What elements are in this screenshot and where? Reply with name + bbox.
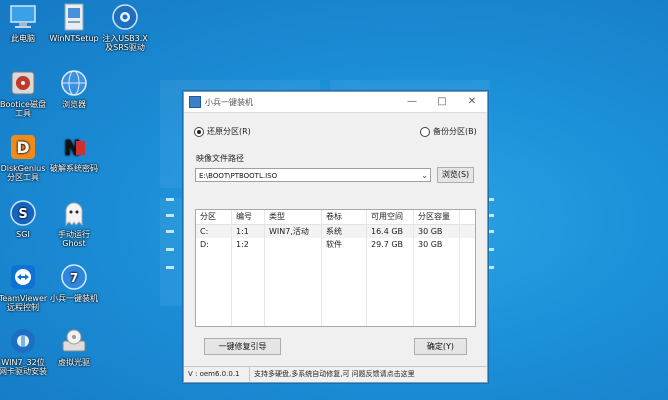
teamviewer-icon — [8, 262, 38, 292]
table-cell: 1:1 — [232, 225, 265, 238]
setup-icon — [59, 2, 89, 32]
column-header[interactable]: 分区容量 — [414, 210, 460, 224]
table-cell: WIN7,活动 — [265, 225, 322, 238]
maximize-icon[interactable]: □ — [427, 92, 457, 112]
table-row[interactable]: C: 1:1 WIN7,活动 系统 16.4 GB 30 GB — [196, 225, 475, 238]
svg-text:S: S — [18, 207, 27, 222]
column-header[interactable]: 可用空间 — [367, 210, 414, 224]
desktop-icon-label: 破解系统密码 — [50, 164, 98, 173]
desktop-icon-label: 小兵一键装机 — [50, 294, 98, 303]
installer-dialog: 小兵一键装机 — □ ✕ 还原分区(R) 备份分区(B) 映像文件路径 E:\B… — [183, 91, 488, 383]
backup-partition-radio[interactable]: 备份分区(B) — [420, 126, 477, 137]
dialog-title: 小兵一键装机 — [205, 97, 253, 107]
desktop-icon-virtual-drive[interactable]: 虚拟光驱 — [45, 326, 103, 367]
browse-button[interactable]: 浏览(S) — [437, 167, 474, 183]
installer-icon: 7 — [59, 262, 89, 292]
image-path-label: 映像文件路径 — [196, 154, 244, 163]
desktop-icon-password-crack[interactable]: N 破解系统密码 — [45, 132, 103, 173]
close-icon[interactable]: ✕ — [457, 92, 487, 112]
desktop-icon-label: 虚拟光驱 — [58, 358, 90, 367]
desktop-icon-installer[interactable]: 7 小兵一键装机 — [45, 262, 103, 303]
table-cell: 29.7 GB — [367, 238, 414, 251]
svg-text:D: D — [16, 138, 29, 157]
desktop-icon-label: 手动运行 Ghost — [58, 230, 90, 248]
version-text: V : oem6.0.0.1 — [184, 367, 250, 382]
table-cell: C: — [196, 225, 232, 238]
dialog-titlebar[interactable]: 小兵一键装机 — □ ✕ — [184, 92, 487, 113]
ok-button[interactable]: 确定(Y) — [414, 338, 467, 355]
restore-partition-label: 还原分区(R) — [207, 127, 251, 136]
bootice-icon — [8, 68, 38, 98]
sgi-icon: S — [8, 198, 38, 228]
desktop-icon-label: WinNTSetup — [49, 34, 99, 43]
computer-icon — [8, 2, 38, 32]
network-driver-icon — [8, 326, 38, 356]
password-icon: N — [59, 132, 89, 162]
desktop-icon-winntsetup[interactable]: WinNTSetup — [45, 2, 103, 43]
column-header[interactable]: 卷标 — [322, 210, 367, 224]
column-header[interactable]: 分区 — [196, 210, 232, 224]
table-cell: D: — [196, 238, 232, 251]
column-header[interactable]: 类型 — [265, 210, 322, 224]
desktop-icon-usb3-driver[interactable]: 注入USB3.X 及SRS驱动 — [96, 2, 154, 52]
table-cell: 1:2 — [232, 238, 265, 251]
svg-text:7: 7 — [70, 271, 78, 285]
image-path-value: E:\BOOT\PTBOOTL.ISO — [199, 172, 278, 180]
table-cell — [460, 225, 475, 238]
table-cell — [265, 238, 322, 251]
ghost-icon — [59, 198, 89, 228]
table-cell: 30 GB — [414, 238, 460, 251]
backup-partition-label: 备份分区(B) — [433, 127, 477, 136]
usb-gear-icon — [110, 2, 140, 32]
repair-boot-button[interactable]: 一键修复引导 — [204, 338, 281, 355]
virtual-drive-icon — [59, 326, 89, 356]
status-bar: V : oem6.0.0.1 支持多硬盘,多系统自动修复,可 问题反馈请点击这里 — [184, 366, 487, 382]
table-cell: 系统 — [322, 225, 367, 238]
desktop-icon-label: 注入USB3.X 及SRS驱动 — [102, 34, 148, 52]
table-cell — [460, 238, 475, 251]
table-cell: 16.4 GB — [367, 225, 414, 238]
desktop-icon-browser[interactable]: 浏览器 — [45, 68, 103, 109]
diskgenius-icon: D — [8, 132, 38, 162]
app-icon — [189, 96, 201, 108]
chevron-down-icon[interactable]: ⌄ — [421, 169, 428, 183]
status-message[interactable]: 支持多硬盘,多系统自动修复,可 问题反馈请点击这里 — [250, 367, 487, 382]
desktop-icon-ghost[interactable]: 手动运行 Ghost — [45, 198, 103, 248]
image-path-combobox[interactable]: E:\BOOT\PTBOOTL.ISO ⌄ — [195, 168, 431, 182]
column-header — [460, 210, 475, 224]
radio-unselected-icon — [420, 126, 430, 137]
partition-table[interactable]: 分区 编号 类型 卷标 可用空间 分区容量 C: 1:1 WIN7,活动 系统 … — [195, 209, 476, 327]
desktop-icon-label: 浏览器 — [62, 100, 86, 109]
browser-icon — [59, 68, 89, 98]
table-cell: 30 GB — [414, 225, 460, 238]
table-row[interactable]: D: 1:2 软件 29.7 GB 30 GB — [196, 238, 475, 251]
restore-partition-radio[interactable]: 还原分区(R) — [194, 126, 251, 137]
radio-selected-icon — [194, 126, 204, 137]
table-header: 分区 编号 类型 卷标 可用空间 分区容量 — [196, 210, 475, 225]
column-header[interactable]: 编号 — [232, 210, 265, 224]
table-cell: 软件 — [322, 238, 367, 251]
minimize-icon[interactable]: — — [397, 92, 427, 112]
